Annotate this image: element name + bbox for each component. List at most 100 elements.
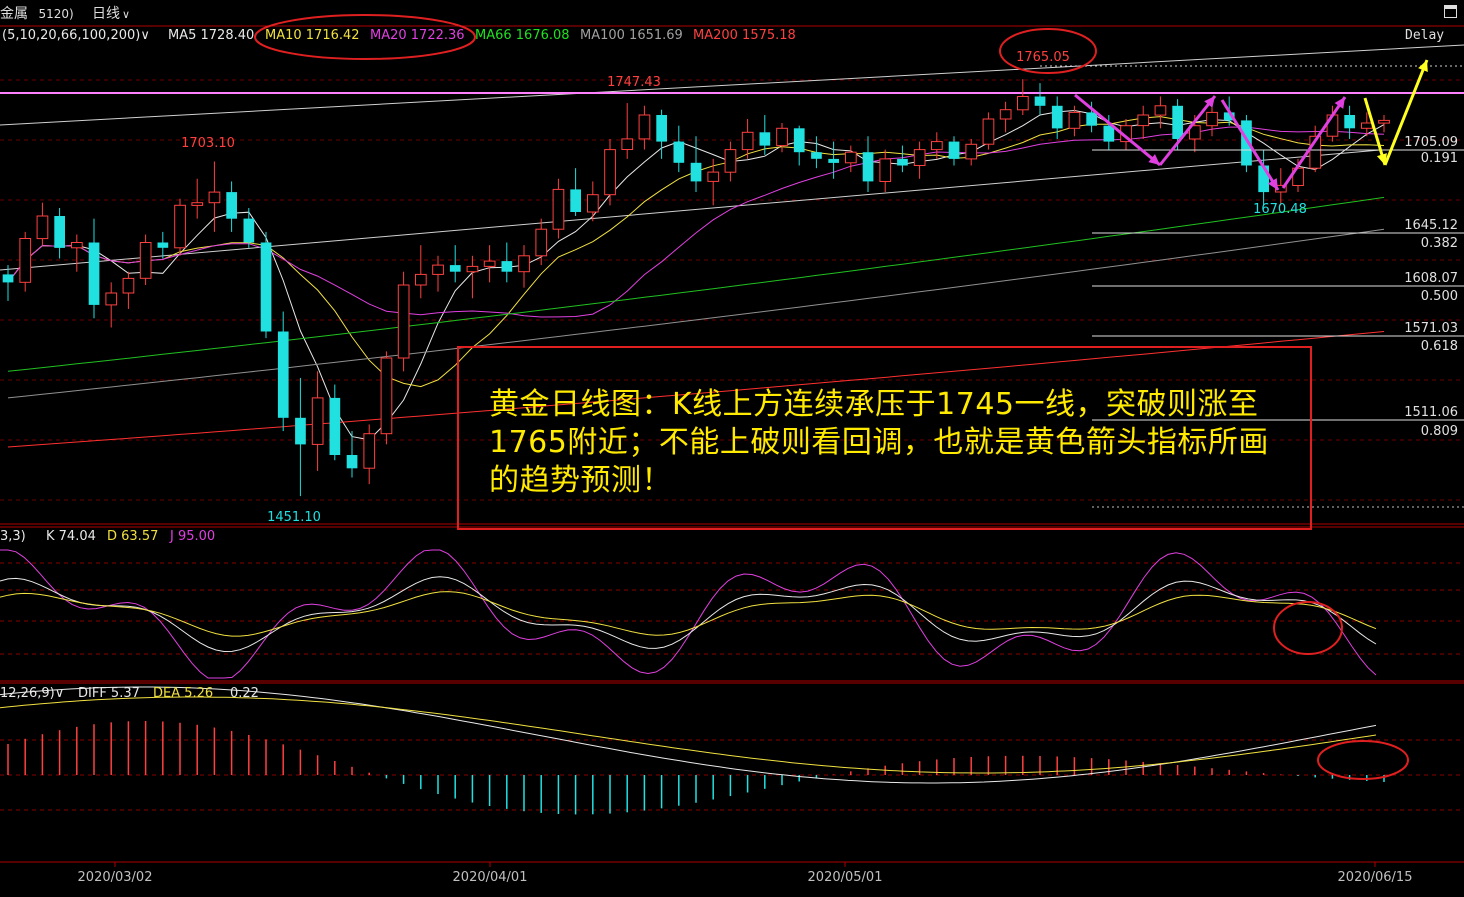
candle-bull [552, 188, 565, 230]
candle-bear [759, 132, 771, 146]
window-icon[interactable] [1444, 5, 1457, 18]
chevron-down-icon: ∨ [122, 8, 131, 21]
x-tick-label: 2020/06/15 [1338, 870, 1413, 885]
period-label: 日线 [92, 6, 120, 22]
ma-params: (5,10,20,66,100,200) [2, 28, 141, 43]
candle-bear [295, 417, 306, 445]
candle-bull [71, 242, 83, 249]
candle-bull [397, 284, 410, 359]
candle-bear [862, 152, 874, 182]
candle-bear [1034, 96, 1046, 106]
candle-bull [19, 238, 32, 283]
x-tick-label: 2020/04/01 [453, 870, 528, 885]
candle-bull [139, 242, 152, 279]
candle-bear [811, 152, 822, 159]
candle-bull [105, 292, 118, 306]
candle-bull [982, 118, 995, 145]
candle-bear [656, 115, 667, 142]
candle-bull [604, 149, 616, 196]
candle-bull [122, 277, 135, 294]
candle-bull [776, 127, 788, 147]
candle-bear [1051, 105, 1063, 129]
symbol-tab[interactable]: 金属 5120) [0, 3, 74, 23]
fib-ratio: 0.191 [1421, 151, 1458, 166]
candle-bull [621, 138, 634, 150]
fib-price: 1705.09 [1404, 135, 1458, 150]
candle-bear [329, 397, 341, 455]
candle-bear [243, 218, 255, 243]
candle-bear [1086, 112, 1097, 126]
candle-bear [1344, 115, 1355, 129]
candle-bear [157, 242, 169, 248]
fib-ratio: 0.500 [1421, 289, 1458, 304]
ma-params-select[interactable]: (5,10,20,66,100,200)∨ [2, 28, 150, 43]
candle-bull [707, 171, 720, 182]
ma100-value: MA100 1651.69 [580, 28, 683, 43]
candle-bull [1378, 119, 1390, 124]
candle-bear [690, 162, 702, 182]
candle-bull [208, 191, 221, 204]
price-label-1765: 1765.05 [1016, 50, 1070, 65]
candle-bull [1137, 114, 1150, 127]
ma10-legend: MA10 1716.42 [265, 28, 360, 43]
chevron-down-icon: ∨ [54, 686, 65, 701]
candle-bull [432, 264, 444, 275]
period-select[interactable]: 日线 ∨ [92, 3, 130, 23]
price-label-1747: 1747.43 [607, 75, 661, 90]
fib-price: 1608.07 [1404, 271, 1458, 286]
candle-bull [1068, 111, 1081, 129]
candle-bull [845, 151, 857, 164]
chevron-down-icon: ∨ [140, 28, 150, 43]
candle-bull [931, 141, 943, 151]
candle-bear [346, 455, 358, 469]
price-label-1703: 1703.10 [181, 136, 235, 151]
candle-bear [501, 261, 513, 272]
ma20-value: MA20 1722.36 [370, 28, 465, 43]
annotation-box: 黄金日线图：K线上方连续承压于1745一线，突破则涨至1765附近；不能上破则看… [457, 346, 1312, 530]
kdj-params-select[interactable]: 3,3) [0, 529, 26, 544]
candle-bull [1017, 96, 1029, 111]
candle-bull [518, 255, 530, 273]
candle-bull [380, 357, 393, 435]
candle-bear [54, 216, 65, 248]
symbol-code: 5120) [38, 7, 74, 21]
candle-bull [311, 397, 324, 445]
candle-bull [999, 109, 1012, 120]
ma66-value: MA66 1676.08 [475, 28, 570, 43]
price-label-1670: 1670.48 [1253, 202, 1307, 217]
macd-dea-value: DEA 5.26 [153, 686, 214, 701]
candle-bear [226, 192, 237, 219]
candle-bull [415, 273, 427, 286]
ma5-legend: MA5 1728.40 [168, 28, 254, 43]
kdj-k-value: K 74.04 [46, 529, 96, 544]
x-tick-label: 2020/03/02 [78, 870, 153, 885]
ma100-legend: MA100 1651.69 [580, 28, 683, 43]
candle-bull [1206, 111, 1218, 127]
candle-bull [36, 215, 49, 240]
symbol-label: 金属 [0, 6, 28, 22]
candle-bull [1361, 122, 1373, 129]
candle-bear [673, 141, 685, 163]
candle-bear [277, 331, 289, 418]
macd-params-select[interactable]: 12,26,9)∨ [0, 686, 64, 701]
candle-bear [897, 158, 908, 166]
ma10-value: MA10 1716.42 [265, 28, 360, 43]
candle-bull [174, 204, 186, 249]
candle-bull [1326, 114, 1339, 137]
fib-ratio: 0.618 [1421, 339, 1458, 354]
delay-label: Delay [1405, 28, 1445, 43]
kdj-params: 3,3) [0, 529, 26, 544]
candle-bear [793, 128, 805, 153]
fib-price: 1511.06 [1404, 405, 1458, 420]
candle-bull [191, 202, 204, 206]
candle-bull [466, 265, 479, 273]
candle-bear [1172, 105, 1183, 139]
kdj-j-value: J 95.00 [170, 529, 216, 544]
candle-bull [483, 260, 496, 267]
price-label-1451: 1451.10 [267, 510, 321, 525]
annotation-text: 黄金日线图：K线上方连续承压于1745一线，突破则涨至1765附近；不能上破则看… [489, 387, 1269, 498]
kdj-d-value: D 63.57 [107, 529, 159, 544]
candle-bear [948, 141, 960, 159]
candle-bull [724, 149, 737, 173]
x-tick-label: 2020/05/01 [808, 870, 883, 885]
